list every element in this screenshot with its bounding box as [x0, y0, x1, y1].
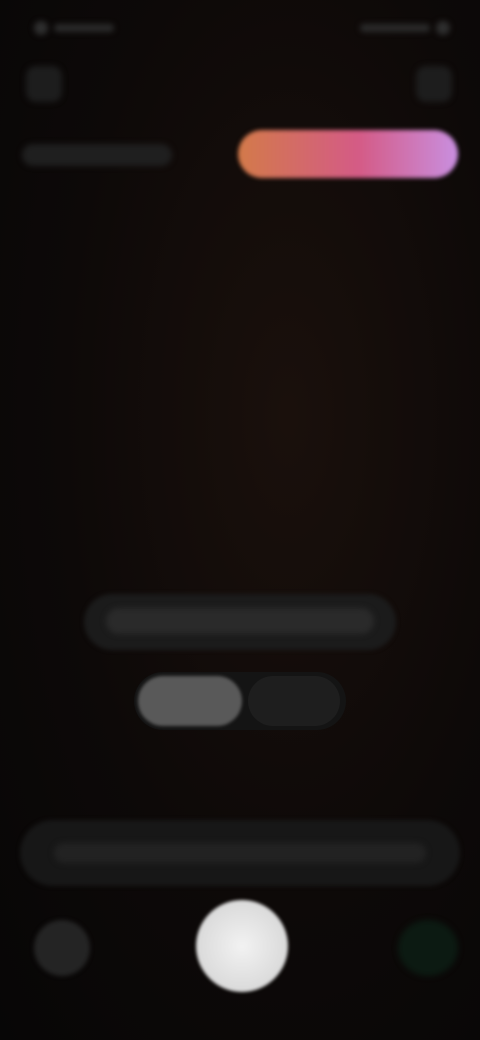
shutter-button[interactable]: [196, 900, 288, 992]
status-right: [340, 18, 450, 38]
top-controls: [0, 66, 480, 106]
gallery-thumbnail-icon[interactable]: [34, 920, 90, 976]
battery-icon: [436, 21, 450, 35]
mode-option-unselected[interactable]: [248, 676, 340, 726]
back-icon[interactable]: [26, 66, 62, 102]
status-time-placeholder: [54, 24, 114, 32]
status-indicators-placeholder: [360, 24, 430, 32]
settings-icon[interactable]: [416, 66, 452, 102]
flip-camera-icon[interactable]: [398, 920, 458, 976]
quick-actions-text-placeholder: [54, 843, 426, 863]
mode-option-selected[interactable]: [138, 676, 242, 726]
signal-icon: [34, 21, 48, 35]
tab-active-label: [238, 130, 458, 178]
status-left: [34, 18, 124, 38]
status-bar: [0, 0, 480, 56]
tab-label-left[interactable]: [22, 144, 172, 166]
hint-text-placeholder: [106, 608, 374, 634]
tab-active-pill[interactable]: [238, 130, 458, 178]
